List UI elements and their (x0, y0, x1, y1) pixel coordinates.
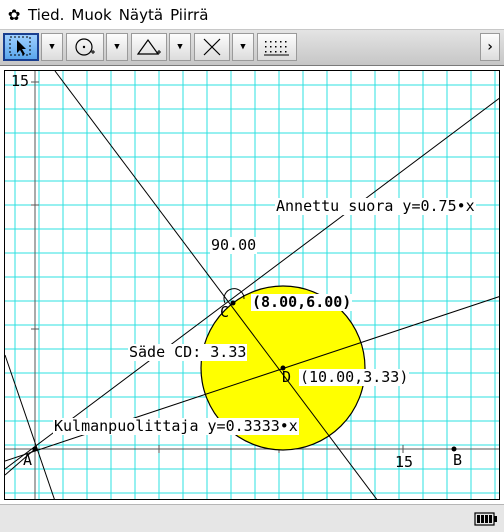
toolbar-scroll-right[interactable]: › (480, 33, 500, 61)
menu-edit[interactable]: Muok (71, 6, 111, 24)
dropdown-arrow-icon: ▼ (240, 42, 246, 52)
menu-view[interactable]: Näytä (119, 6, 163, 24)
point-c-label: C (220, 303, 230, 321)
point-d-label: D (282, 368, 292, 386)
grid-icon (264, 41, 289, 56)
battery-icon (474, 512, 497, 526)
gear-icon[interactable]: ✿ (0, 6, 28, 24)
menu-file[interactable]: Tied. (28, 6, 64, 24)
menu-draw[interactable]: Piirrä (170, 6, 208, 24)
dropdown-arrow-icon: ▼ (49, 42, 55, 52)
point-a[interactable] (32, 446, 38, 452)
x-axis-max-label: 15 (395, 453, 414, 471)
bisector-equation-label: Kulmanpuolittaja y=0.3333•x (53, 417, 299, 435)
radius-label: Säde CD: 3.33 (128, 343, 248, 361)
point-a-label: A (23, 451, 33, 469)
perpendicular-icon (203, 38, 221, 56)
line-through-a[interactable] (5, 354, 55, 500)
angle-measure-label: 90.00 (210, 236, 258, 254)
triangle-tool-button[interactable] (131, 33, 167, 61)
perpendicular-tool-dropdown[interactable]: ▼ (232, 33, 254, 61)
circle-tool-button[interactable] (66, 33, 104, 61)
point-b-label: B (453, 451, 463, 469)
circle-tool-dropdown[interactable]: ▼ (106, 33, 128, 61)
select-tool-button[interactable] (3, 33, 39, 61)
geometry-svg (5, 71, 499, 500)
point-c[interactable] (230, 300, 236, 306)
grid-tool-button[interactable] (257, 33, 297, 61)
select-tool-dropdown[interactable]: ▼ (41, 33, 63, 61)
select-arrow-icon (9, 36, 31, 56)
perpendicular-tool-button[interactable] (194, 33, 230, 61)
triangle-icon (136, 38, 161, 55)
dropdown-arrow-icon: ▼ (177, 42, 183, 52)
point-d-coordinates: (10.00,3.33) (299, 368, 410, 386)
chevron-right-icon: › (485, 39, 495, 55)
y-axis-max-label: 15 (11, 72, 30, 90)
given-line-equation-label: Annettu suora y=0.75•x (275, 197, 476, 215)
geometry-canvas[interactable]: 15 15 A B C D (8.00,6.00) (10.00,3.33) 9… (4, 70, 500, 500)
triangle-tool-dropdown[interactable]: ▼ (169, 33, 191, 61)
status-bar (0, 504, 504, 532)
menu-bar: ✿ Tied. Muok Näytä Piirrä (0, 0, 504, 30)
toolbar: ▼ ▼ ▼ ▼ › (0, 30, 504, 66)
dropdown-arrow-icon: ▼ (114, 42, 120, 52)
circle-icon (75, 38, 95, 56)
point-c-coordinates: (8.00,6.00) (251, 293, 353, 311)
